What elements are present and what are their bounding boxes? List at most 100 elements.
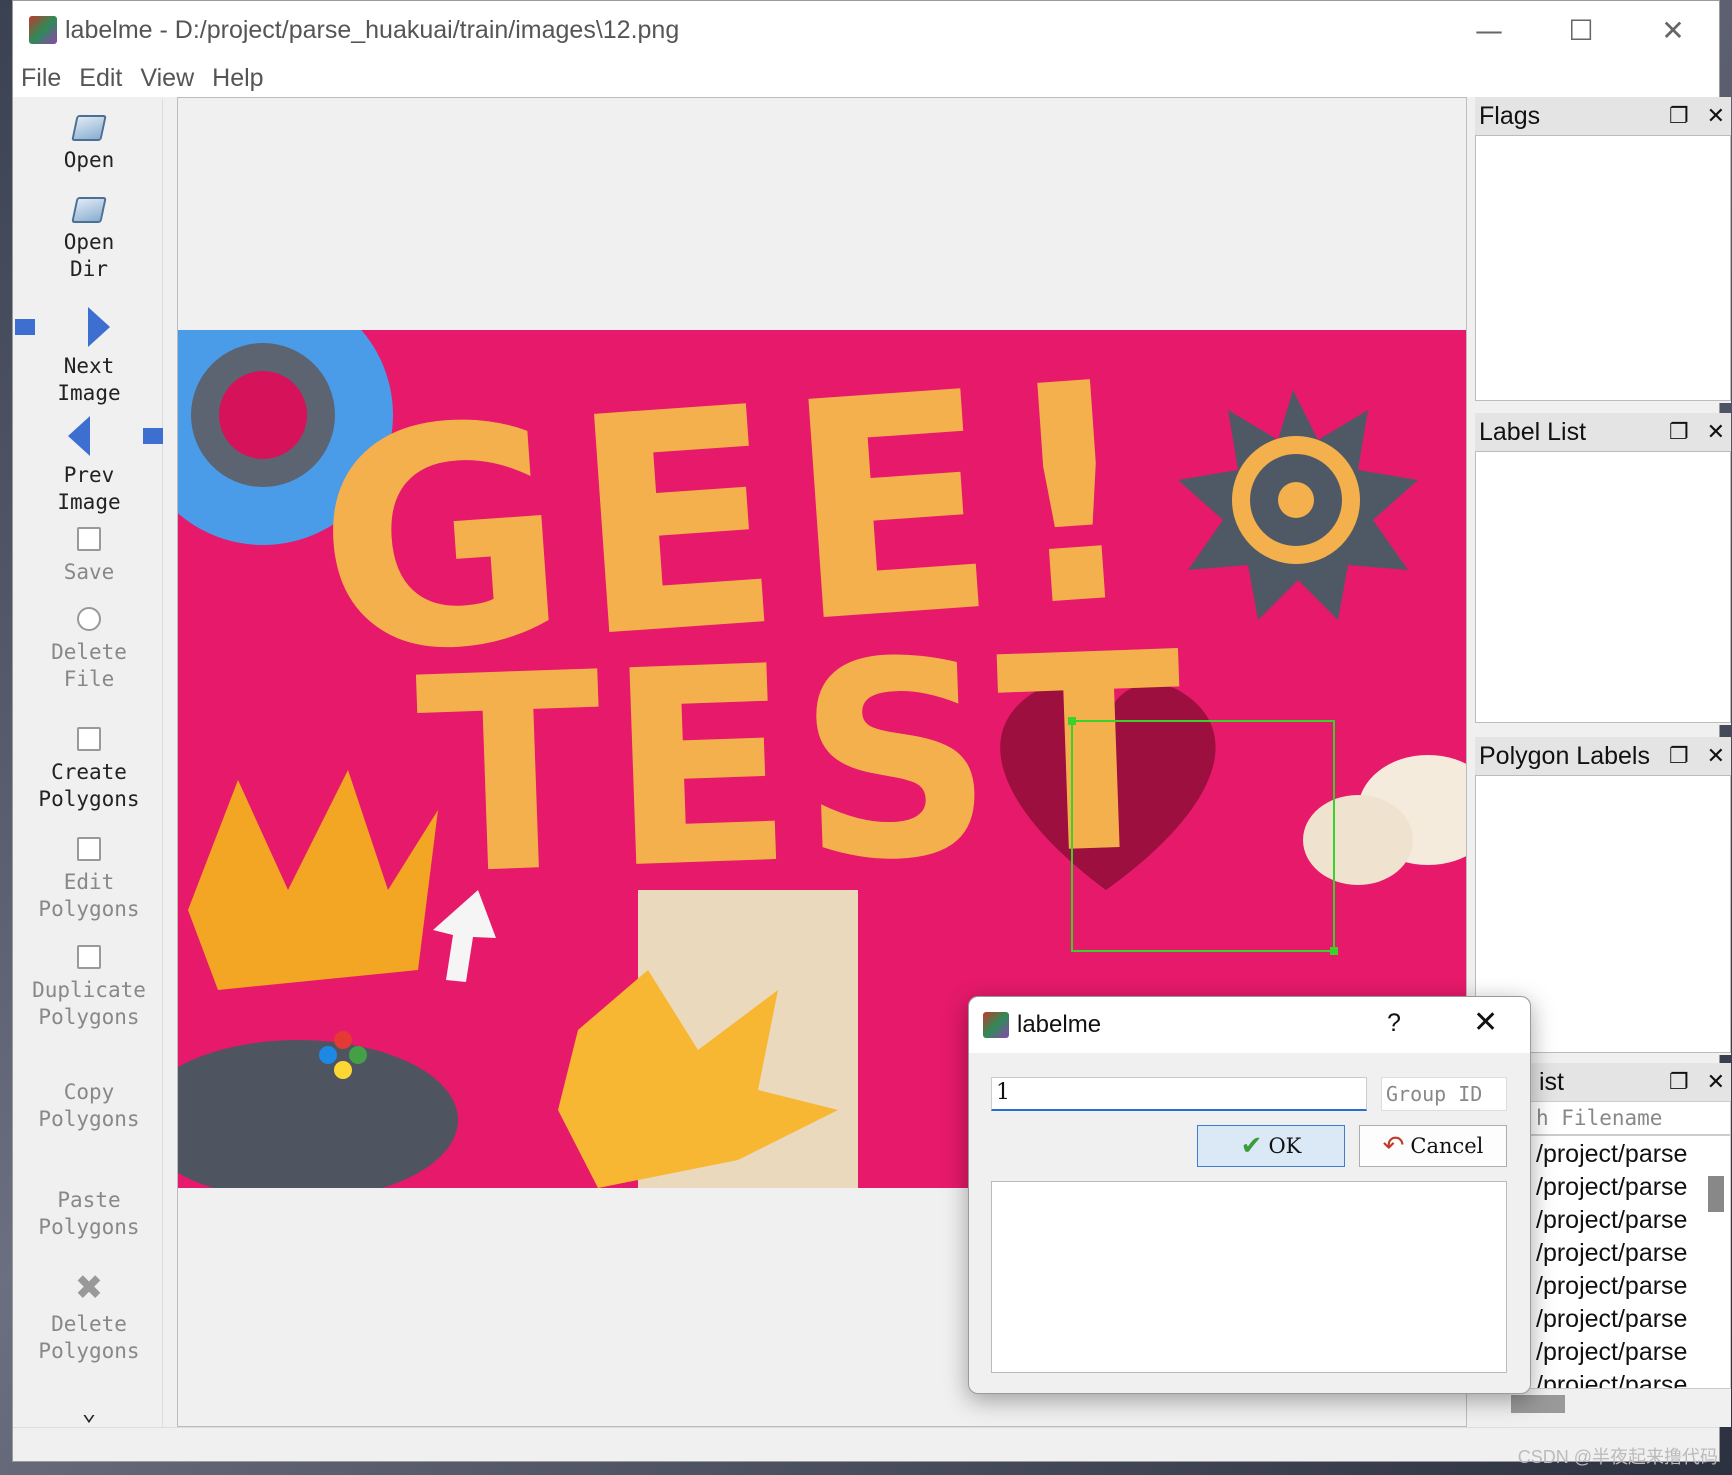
create-polygons-button[interactable]: Create Polygons xyxy=(15,727,163,813)
close-button[interactable]: ✕ xyxy=(1627,1,1719,59)
prev-label-1: Prev xyxy=(63,463,115,487)
next-label-2: Image xyxy=(57,381,121,405)
menu-bar: File Edit View Help xyxy=(13,59,1719,97)
file-list-item[interactable]: /project/parse xyxy=(1536,1303,1687,1336)
next-arrow-icon xyxy=(15,307,163,347)
open-dir-label-2: Dir xyxy=(70,257,108,281)
paste-polygons-button[interactable]: Paste Polygons xyxy=(15,1187,163,1241)
create-label-2: Polygons xyxy=(38,787,140,811)
edit-polygons-button[interactable]: Edit Polygons xyxy=(15,837,163,923)
status-bar xyxy=(13,1427,1719,1461)
close-icon[interactable]: ✕ xyxy=(1707,743,1725,769)
menu-view[interactable]: View xyxy=(140,64,194,93)
file-list-item[interactable]: /project/parse xyxy=(1536,1237,1687,1270)
open-button[interactable]: Open xyxy=(15,115,163,174)
float-icon[interactable]: ❐ xyxy=(1669,743,1689,769)
float-icon[interactable]: ❐ xyxy=(1669,419,1689,445)
file-list-title: ist xyxy=(1539,1067,1564,1096)
undo-arrow-icon: ↶ xyxy=(1382,1131,1405,1161)
open-dir-button[interactable]: Open Dir xyxy=(15,197,163,283)
next-image-button[interactable]: Next Image xyxy=(15,307,163,407)
menu-file[interactable]: File xyxy=(21,64,61,93)
label-suggestion-list[interactable] xyxy=(991,1181,1507,1373)
label-list-title: Label List xyxy=(1479,417,1587,446)
float-icon[interactable]: ❐ xyxy=(1669,103,1689,129)
dup-label-1: Duplicate xyxy=(32,978,146,1002)
horizontal-scrollbar[interactable] xyxy=(1511,1395,1565,1413)
dialog-title: labelme xyxy=(1017,1011,1102,1038)
check-icon: ✔ xyxy=(1240,1131,1263,1161)
bbox-corner-handle[interactable] xyxy=(1330,947,1338,955)
label-dialog: labelme ? ✕ 1 Group ID ✔ OK ↶ Cancel xyxy=(968,996,1531,1394)
duplicate-polygons-button[interactable]: Duplicate Polygons xyxy=(15,945,163,1031)
cancel-button[interactable]: ↶ Cancel xyxy=(1359,1125,1507,1167)
duplicate-polygon-icon xyxy=(77,945,101,969)
file-list-item[interactable]: /project/parse xyxy=(1536,1336,1687,1369)
toolbar-more-icon[interactable]: ⌄ xyxy=(15,1399,163,1426)
next-label-1: Next xyxy=(63,354,115,378)
polygon-labels-dock-title: Polygon Labels ❐ ✕ xyxy=(1475,737,1731,775)
copy-label-1: Copy xyxy=(63,1080,115,1104)
ok-label: OK xyxy=(1268,1134,1302,1158)
delete-x-icon: ✖ xyxy=(74,1268,104,1308)
delete-polygons-button[interactable]: ✖ Delete Polygons xyxy=(15,1271,163,1365)
file-list-item[interactable]: /project/parse xyxy=(1536,1138,1687,1171)
file-list-item[interactable]: /project/parse xyxy=(1536,1171,1687,1204)
maximize-button[interactable]: ☐ xyxy=(1535,1,1627,59)
help-button[interactable]: ? xyxy=(1387,1009,1401,1038)
file-list-item[interactable]: /project/parse xyxy=(1536,1204,1687,1237)
edit-label-1: Edit xyxy=(63,870,115,894)
annotation-bbox[interactable] xyxy=(1068,717,1338,955)
edit-polygon-icon xyxy=(77,837,101,861)
delete-file-button[interactable]: Delete File xyxy=(15,607,163,693)
dup-label-2: Polygons xyxy=(38,1005,140,1029)
float-icon[interactable]: ❐ xyxy=(1669,1069,1689,1095)
open-dir-icon xyxy=(71,197,107,223)
file-list-item[interactable]: /project/parse xyxy=(1536,1270,1687,1303)
label-list[interactable] xyxy=(1475,451,1731,723)
flags-list[interactable] xyxy=(1475,135,1731,401)
copy-polygons-button[interactable]: Copy Polygons xyxy=(15,1079,163,1133)
open-dir-label-1: Open xyxy=(63,230,115,254)
polygon-labels-title: Polygon Labels xyxy=(1479,741,1650,770)
create-polygon-icon xyxy=(77,727,101,751)
delete-file-label-1: Delete xyxy=(51,640,127,664)
ok-button[interactable]: ✔ OK xyxy=(1197,1125,1345,1167)
save-button[interactable]: Save xyxy=(15,527,163,586)
flags-title: Flags xyxy=(1479,101,1541,130)
edit-label-2: Polygons xyxy=(38,897,140,921)
open-label: Open xyxy=(63,148,115,172)
menu-edit[interactable]: Edit xyxy=(79,64,122,93)
del-poly-label-2: Polygons xyxy=(38,1339,140,1363)
window-controls: — ☐ ✕ xyxy=(1443,1,1719,59)
delete-file-icon xyxy=(77,607,101,631)
group-id-input[interactable]: Group ID xyxy=(1381,1077,1507,1111)
title-bar: labelme - D:/project/parse_huakuai/train… xyxy=(13,1,1719,59)
label-list-dock: Label List ❐ ✕ xyxy=(1475,413,1731,725)
prev-label-2: Image xyxy=(57,490,121,514)
del-poly-label-1: Delete xyxy=(51,1312,127,1336)
dialog-close-button[interactable]: ✕ xyxy=(1473,1005,1498,1040)
prev-image-button[interactable]: Prev Image xyxy=(15,416,163,516)
flags-dock-title: Flags ❐ ✕ xyxy=(1475,97,1731,135)
watermark: CSDN @半夜起来撸代码 xyxy=(1517,1447,1718,1467)
bbox-corner-handle[interactable] xyxy=(1068,717,1076,725)
left-toolbar: Open Open Dir Next Image Prev Image Save xyxy=(15,99,163,1427)
prev-arrow-icon xyxy=(15,416,163,456)
menu-help[interactable]: Help xyxy=(212,64,263,93)
copy-label-2: Polygons xyxy=(38,1107,140,1131)
close-icon[interactable]: ✕ xyxy=(1707,1069,1725,1095)
paste-label-2: Polygons xyxy=(38,1215,140,1239)
open-folder-icon xyxy=(71,115,107,141)
save-label: Save xyxy=(63,560,115,584)
cancel-label: Cancel xyxy=(1410,1134,1484,1158)
minimize-button[interactable]: — xyxy=(1443,1,1535,59)
label-input[interactable]: 1 xyxy=(991,1077,1367,1111)
dialog-app-icon xyxy=(983,1012,1009,1038)
window-title: labelme - D:/project/parse_huakuai/train… xyxy=(65,15,680,44)
close-icon[interactable]: ✕ xyxy=(1707,419,1725,445)
vertical-scrollbar[interactable] xyxy=(1708,1176,1724,1212)
close-icon[interactable]: ✕ xyxy=(1707,103,1725,129)
file-list-item[interactable]: /project/parse xyxy=(1536,1369,1687,1388)
labelme-app-icon xyxy=(29,16,57,44)
